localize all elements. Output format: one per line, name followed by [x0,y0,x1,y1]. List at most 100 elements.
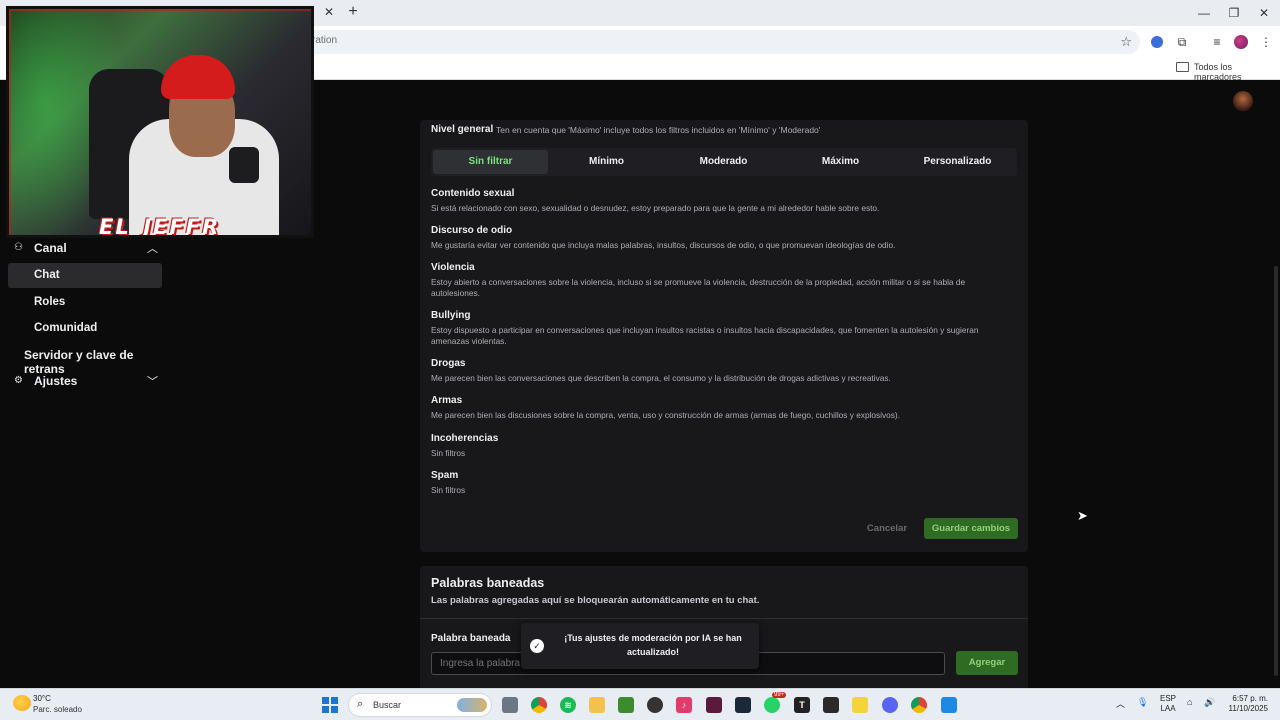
sidebar-item-label: Chat [34,269,60,281]
level-option-sin-filtrar[interactable]: Sin filtrar [433,150,548,174]
task-view-icon[interactable] [502,697,518,713]
banned-words-desc: Las palabras agregadas aquí se bloqueará… [431,595,760,606]
address-bar[interactable]: ration ☆ [300,30,1140,54]
category-desc: Me parecen bien las discusiones sobre la… [431,410,901,420]
tray-chevron-icon[interactable]: ︿ [1116,697,1125,710]
media-controls-icon[interactable]: ≡ [1209,34,1225,50]
address-text: ration [312,35,338,46]
chrome-icon[interactable] [531,697,547,713]
category-title: Incoherencias [431,433,499,444]
extensions-puzzle-icon[interactable]: ⧉ [1174,34,1190,50]
maximize-icon[interactable]: ❐ [1219,4,1249,22]
weather-temperature: 30°C [33,694,51,703]
epic-games-icon[interactable] [823,697,839,713]
sidebar-item-chat[interactable]: Chat [8,263,162,288]
more-menu-icon[interactable]: ⋮ [1258,34,1274,50]
obs-icon[interactable] [647,697,663,713]
category-desc: Estoy dispuesto a participar en conversa… [431,325,979,346]
windows-start-icon[interactable] [322,697,338,713]
sidebar-item-comunidad[interactable]: Comunidad [8,316,162,341]
cancel-button[interactable]: Cancelar [858,518,916,539]
steam-icon[interactable] [735,697,751,713]
close-window-icon[interactable]: ✕ [1249,4,1279,22]
sidebar-item-label: Comunidad [34,322,98,334]
windows-taskbar: 30°C Parc. soleado ⌕ Buscar ≋ ♪ 99+ T ︿ … [0,688,1280,720]
lang-line-1: ESP [1160,694,1177,703]
weather-sun-icon[interactable] [13,695,31,711]
spotify-icon[interactable]: ≋ [560,697,576,713]
chevron-down-icon: ﹀ [147,376,158,388]
level-option-maximo[interactable]: Máximo [783,150,898,174]
category-desc: Sin filtros [431,485,466,495]
user-avatar[interactable] [1233,91,1253,111]
whatsapp-icon[interactable] [764,697,780,713]
category-desc: Estoy abierto a conversaciones sobre la … [431,277,966,298]
sidebar-ajustes-label: Ajustes [34,374,78,388]
category-title: Discurso de odio [431,225,513,236]
clock[interactable]: 6:57 p. m. 11/10/2025 [1224,694,1268,714]
webcam-frame [9,9,311,235]
folder-icon [1176,62,1189,72]
search-icon: ⌕ [357,698,364,710]
sidebar-section-canal[interactable]: ⚇ Canal ︿ [12,238,172,260]
chevron-up-icon: ︿ [147,243,158,255]
banned-words-title: Palabras baneadas [431,576,545,590]
sidebar-item-roles[interactable]: Roles [8,290,162,315]
streamer-name-logo: EL_JEFFR [99,215,221,238]
search-label: Buscar [373,700,402,710]
add-button[interactable]: Agregar [956,651,1018,675]
taskbar-search[interactable]: ⌕ Buscar [348,693,492,717]
level-option-minimo[interactable]: Mínimo [549,150,664,174]
file-explorer-icon[interactable] [589,697,605,713]
category-title: Armas [431,395,463,406]
category-title: Spam [431,470,459,481]
lang-line-2: LAA [1160,704,1176,713]
general-level-label: Nivel general [431,124,494,135]
app-icon[interactable] [706,697,722,713]
category-title: Drogas [431,358,466,369]
toast-message: ¡Tus ajustes de moderación por IA se han… [564,633,742,657]
sticky-notes-icon[interactable] [852,697,868,713]
category-title: Bullying [431,310,471,321]
clock-date: 11/10/2025 [1228,704,1268,713]
microphone-icon[interactable]: 🎙 [1137,697,1148,708]
category-title: Violencia [431,262,475,273]
tab-close-icon[interactable]: ✕ [322,5,336,19]
discord-icon[interactable] [882,697,898,713]
clock-time: 6:57 p. m. [1232,694,1268,703]
language-indicator[interactable]: ESP LAA [1160,694,1176,714]
sidebar-section-ajustes[interactable]: ⚙ Ajustes ﹀ [12,371,172,393]
divider [420,618,1028,619]
tf-app-icon[interactable]: T [794,697,810,713]
sidebar-item-servidor[interactable]: Servidor y clave de retrans [12,345,172,376]
category-title: Contenido sexual [431,188,515,199]
search-highlight-icon [457,698,487,712]
gear-icon: ⚙ [14,375,23,386]
channel-icon: ⚇ [14,242,23,253]
save-changes-button[interactable]: Guardar cambios [924,518,1018,539]
level-option-moderado[interactable]: Moderado [666,150,781,174]
mouse-cursor-icon: ➤ [1077,508,1088,523]
minimize-icon[interactable]: — [1189,4,1219,22]
bookmark-star-icon[interactable]: ☆ [1120,34,1132,50]
chrome-profile-icon[interactable] [911,697,927,713]
page-scrollbar[interactable] [1274,266,1278,676]
weather-description: Parc. soleado [33,705,82,714]
new-tab-icon[interactable]: + [345,3,361,21]
bookmarks-folder-link[interactable]: Todos los marcadores [1194,62,1280,82]
category-desc: Me parecen bien las conversaciones que d… [431,373,891,383]
extension-icon[interactable] [1151,36,1163,48]
category-desc: Si está relacionado con sexo, sexualidad… [431,203,880,213]
sidebar-canal-label: Canal [34,241,67,255]
profile-avatar-icon[interactable] [1234,35,1248,49]
minecraft-icon[interactable] [618,697,634,713]
tiktok-icon[interactable]: ♪ [676,697,692,713]
network-icon[interactable]: ⌂ [1187,697,1192,707]
moderation-level-selector: Sin filtrar Mínimo Moderado Máximo Perso… [431,148,1017,176]
category-desc: Sin filtros [431,448,466,458]
webcam-overlay: EL_JEFFR [6,6,314,238]
volume-icon[interactable]: 🔊 [1204,697,1215,708]
sidebar-item-label: Roles [34,296,66,308]
level-option-personalizado[interactable]: Personalizado [900,150,1015,174]
app-blue-icon[interactable] [941,697,957,713]
